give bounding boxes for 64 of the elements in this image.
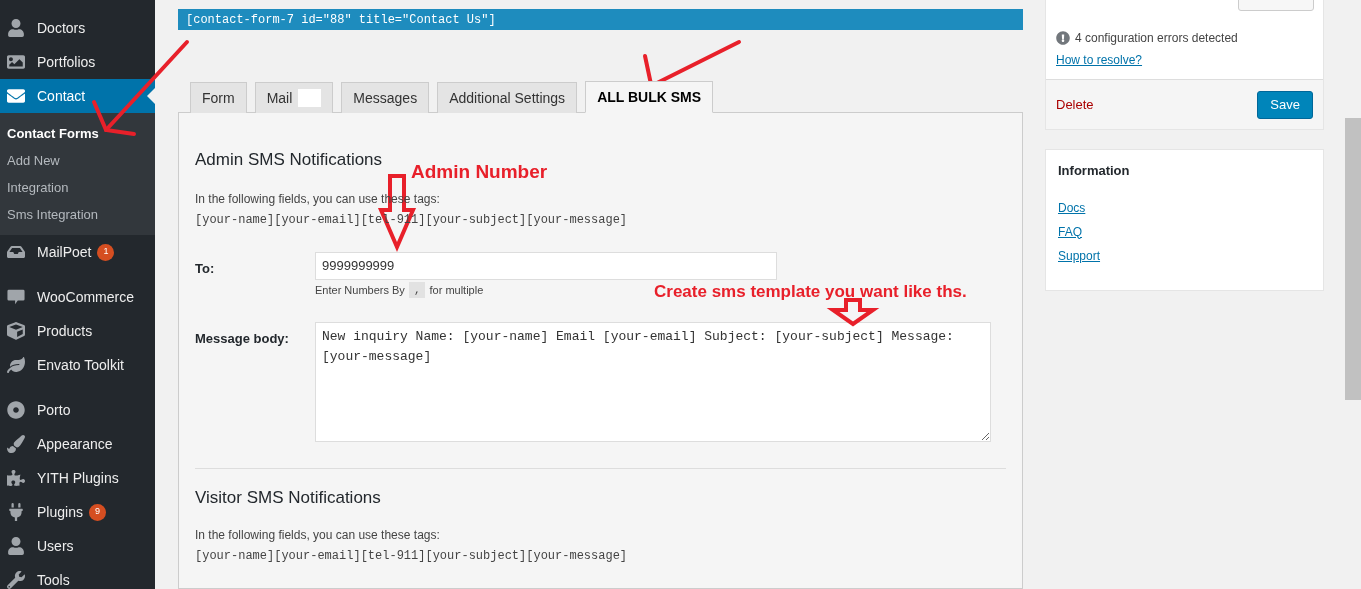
- message-body-field[interactable]: New inquiry Name: [your-name] Email [your-email] Subject: [your-subject] Message: [your-message]: [315, 322, 991, 442]
- puzzle-piece-icon: [7, 469, 25, 487]
- tags-list: [your-name][your-email][tel-911][your-subject][your-message]: [195, 546, 628, 565]
- menu-item[interactable]: Portfolios: [0, 45, 155, 79]
- tab[interactable]: Mail: [254, 82, 334, 113]
- count-badge: 1: [97, 243, 115, 261]
- phone-number-field[interactable]: 9999999999: [315, 251, 777, 280]
- tab[interactable]: Form: [190, 82, 247, 113]
- plug-icon: [7, 503, 25, 521]
- speech-bubble-icon: [7, 288, 25, 306]
- info-link[interactable]: Support: [1058, 246, 1101, 265]
- menu-item[interactable]: Doctors: [0, 11, 155, 45]
- separator-key: ,: [408, 281, 426, 298]
- menu-item[interactable]: Tools: [0, 563, 155, 589]
- annotation-text: Create sms template you want like ths.: [654, 281, 967, 303]
- resolve-link[interactable]: How to resolve?: [1056, 53, 1143, 67]
- error-count: 4 configuration errors detected: [1075, 30, 1238, 47]
- menu-pointer-icon: [147, 88, 155, 104]
- tab[interactable]: Additional Settings: [437, 82, 578, 113]
- field-hint: for multiple: [429, 282, 484, 298]
- info-link[interactable]: Docs: [1058, 198, 1086, 217]
- menu-item[interactable]: Appearance: [0, 427, 155, 461]
- menu-item[interactable]: Plugins 9: [0, 495, 155, 529]
- count-badge: 9: [88, 503, 106, 521]
- field-label: To:: [195, 259, 216, 278]
- warning-icon: [1056, 31, 1070, 45]
- menu-item[interactable]: Products: [0, 314, 155, 348]
- shortcode-field[interactable]: [contact-form-7 id="88" title="Contact Us"]: [178, 9, 1023, 30]
- save-button[interactable]: Save: [1257, 90, 1313, 119]
- submenu-item[interactable]: Add New: [0, 147, 155, 174]
- ring-icon: [7, 401, 25, 419]
- menu-item[interactable]: YITH Plugins: [0, 461, 155, 495]
- menu-item[interactable]: Users: [0, 529, 155, 563]
- menu-item[interactable]: Envato Toolkit: [0, 348, 155, 382]
- annotation-text: Admin Number: [411, 160, 548, 184]
- menu-item[interactable]: Porto: [0, 393, 155, 427]
- image-icon: [7, 53, 25, 71]
- user-icon: [7, 537, 25, 555]
- menu-item[interactable]: WooCommerce: [0, 280, 155, 314]
- tab[interactable]: ALL BULK SMS: [585, 81, 714, 113]
- submenu-item[interactable]: Sms Integration: [0, 201, 155, 228]
- submenu-item[interactable]: Integration: [0, 174, 155, 201]
- section-heading: Admin SMS Notifications: [195, 149, 383, 171]
- menu-item[interactable]: MailPoet 1: [0, 235, 155, 269]
- inbox-icon: [7, 243, 25, 261]
- delete-link[interactable]: Delete: [1056, 94, 1094, 115]
- leaf-icon: [7, 356, 25, 374]
- card-title: Information: [1058, 162, 1131, 180]
- user-icon: [7, 19, 25, 37]
- field-hint: Enter Numbers By: [315, 282, 405, 298]
- submenu-item[interactable]: Contact Forms: [0, 120, 155, 147]
- section-heading: Visitor SMS Notifications: [195, 487, 381, 509]
- field-label: Message body:: [195, 330, 290, 348]
- tab[interactable]: Messages: [341, 82, 430, 113]
- cube-icon: [7, 322, 25, 340]
- paintbrush-icon: [7, 435, 25, 453]
- blank-tag: [298, 89, 322, 107]
- envelope-icon: [7, 87, 25, 105]
- menu-item[interactable]: Contact: [0, 79, 155, 113]
- hollow-arrow-icon: [826, 298, 880, 327]
- scrollbar-thumb[interactable]: [1345, 118, 1361, 400]
- info-link[interactable]: FAQ: [1058, 222, 1082, 241]
- tags-intro: In the following fields, you can use these tags:: [195, 526, 440, 544]
- wrench-icon: [7, 571, 25, 589]
